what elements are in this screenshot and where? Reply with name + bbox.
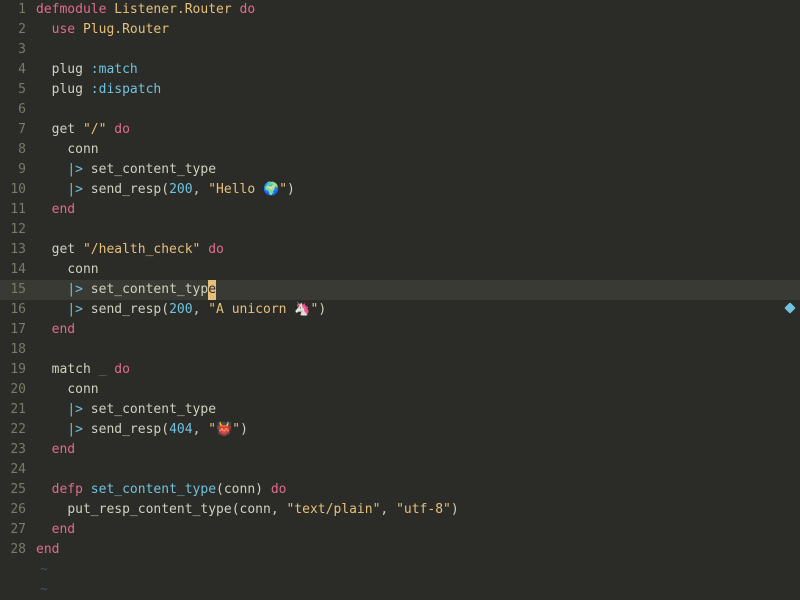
- code-line[interactable]: 20 conn: [0, 380, 800, 400]
- line-number: 12: [0, 220, 36, 240]
- line-number: 23: [0, 440, 36, 460]
- code-text: end: [36, 200, 800, 220]
- line-number: 4: [0, 60, 36, 80]
- code-text: plug :dispatch: [36, 80, 800, 100]
- code-text: use Plug.Router: [36, 20, 800, 40]
- code-line[interactable]: 25 defp set_content_type(conn) do: [0, 480, 800, 500]
- line-number: 7: [0, 120, 36, 140]
- line-number: 25: [0, 480, 36, 500]
- line-number: 2: [0, 20, 36, 40]
- line-number: 15: [0, 280, 36, 300]
- code-text: |> set_content_type: [36, 400, 800, 420]
- code-line[interactable]: 8 conn: [0, 140, 800, 160]
- code-line[interactable]: 15 |> set_content_type: [0, 280, 800, 300]
- code-line[interactable]: 14 conn: [0, 260, 800, 280]
- code-line[interactable]: 9 |> set_content_type: [0, 160, 800, 180]
- code-line[interactable]: 4 plug :match: [0, 60, 800, 80]
- code-line[interactable]: 13 get "/health_check" do: [0, 240, 800, 260]
- empty-line: ~: [0, 560, 800, 580]
- line-number: 18: [0, 340, 36, 360]
- code-text: defmodule Listener.Router do: [36, 0, 800, 20]
- line-number: 20: [0, 380, 36, 400]
- line-number: 14: [0, 260, 36, 280]
- code-line[interactable]: 22 |> send_resp(404, "👹"): [0, 420, 800, 440]
- code-text: end: [36, 540, 800, 560]
- line-number: 17: [0, 320, 36, 340]
- code-text: end: [36, 320, 800, 340]
- code-text: get "/health_check" do: [36, 240, 800, 260]
- code-text: get "/" do: [36, 120, 800, 140]
- code-text: [36, 220, 800, 240]
- code-line[interactable]: 23 end: [0, 440, 800, 460]
- code-line[interactable]: 24: [0, 460, 800, 480]
- code-line[interactable]: 21 |> set_content_type: [0, 400, 800, 420]
- code-text: conn: [36, 380, 800, 400]
- code-line[interactable]: 7 get "/" do: [0, 120, 800, 140]
- empty-line: ~: [0, 580, 800, 600]
- code-line[interactable]: 1defmodule Listener.Router do: [0, 0, 800, 20]
- line-number: 26: [0, 500, 36, 520]
- line-number: 8: [0, 140, 36, 160]
- code-line[interactable]: 16 |> send_resp(200, "A unicorn 🦄"): [0, 300, 800, 320]
- code-text: plug :match: [36, 60, 800, 80]
- line-number: 1: [0, 0, 36, 20]
- line-number: 16: [0, 300, 36, 320]
- line-number: 24: [0, 460, 36, 480]
- line-number: 27: [0, 520, 36, 540]
- code-text: end: [36, 440, 800, 460]
- code-line[interactable]: 28end: [0, 540, 800, 560]
- line-number: 13: [0, 240, 36, 260]
- code-line[interactable]: 6: [0, 100, 800, 120]
- code-text: [36, 100, 800, 120]
- code-line[interactable]: 3: [0, 40, 800, 60]
- line-number: 6: [0, 100, 36, 120]
- code-line[interactable]: 19 match _ do: [0, 360, 800, 380]
- editor-area[interactable]: 1defmodule Listener.Router do2 use Plug.…: [0, 0, 800, 600]
- code-text: |> send_resp(200, "Hello 🌍"): [36, 180, 800, 200]
- line-number: 9: [0, 160, 36, 180]
- line-number: 3: [0, 40, 36, 60]
- code-line[interactable]: 18: [0, 340, 800, 360]
- code-text: |> set_content_type: [36, 160, 800, 180]
- code-text: end: [36, 520, 800, 540]
- code-line[interactable]: 26 put_resp_content_type(conn, "text/pla…: [0, 500, 800, 520]
- code-text: |> send_resp(404, "👹"): [36, 420, 800, 440]
- code-text: [36, 460, 800, 480]
- code-line[interactable]: 2 use Plug.Router: [0, 20, 800, 40]
- code-text: [36, 340, 800, 360]
- line-number: 11: [0, 200, 36, 220]
- line-number: 5: [0, 80, 36, 100]
- code-line[interactable]: 5 plug :dispatch: [0, 80, 800, 100]
- code-text: conn: [36, 260, 800, 280]
- code-line[interactable]: 27 end: [0, 520, 800, 540]
- code-text: |> send_resp(200, "A unicorn 🦄"): [36, 300, 800, 320]
- code-text: match _ do: [36, 360, 800, 380]
- line-number: 28: [0, 540, 36, 560]
- code-text: put_resp_content_type(conn, "text/plain"…: [36, 500, 800, 520]
- code-text: conn: [36, 140, 800, 160]
- line-number: 10: [0, 180, 36, 200]
- line-number: 19: [0, 360, 36, 380]
- code-text: |> set_content_type: [36, 280, 800, 300]
- code-line[interactable]: 12: [0, 220, 800, 240]
- cursor: e: [208, 280, 216, 300]
- code-line[interactable]: 10 |> send_resp(200, "Hello 🌍"): [0, 180, 800, 200]
- line-number: 21: [0, 400, 36, 420]
- code-line[interactable]: 17 end: [0, 320, 800, 340]
- code-line[interactable]: 11 end: [0, 200, 800, 220]
- code-text: defp set_content_type(conn) do: [36, 480, 800, 500]
- line-number: 22: [0, 420, 36, 440]
- code-text: [36, 40, 800, 60]
